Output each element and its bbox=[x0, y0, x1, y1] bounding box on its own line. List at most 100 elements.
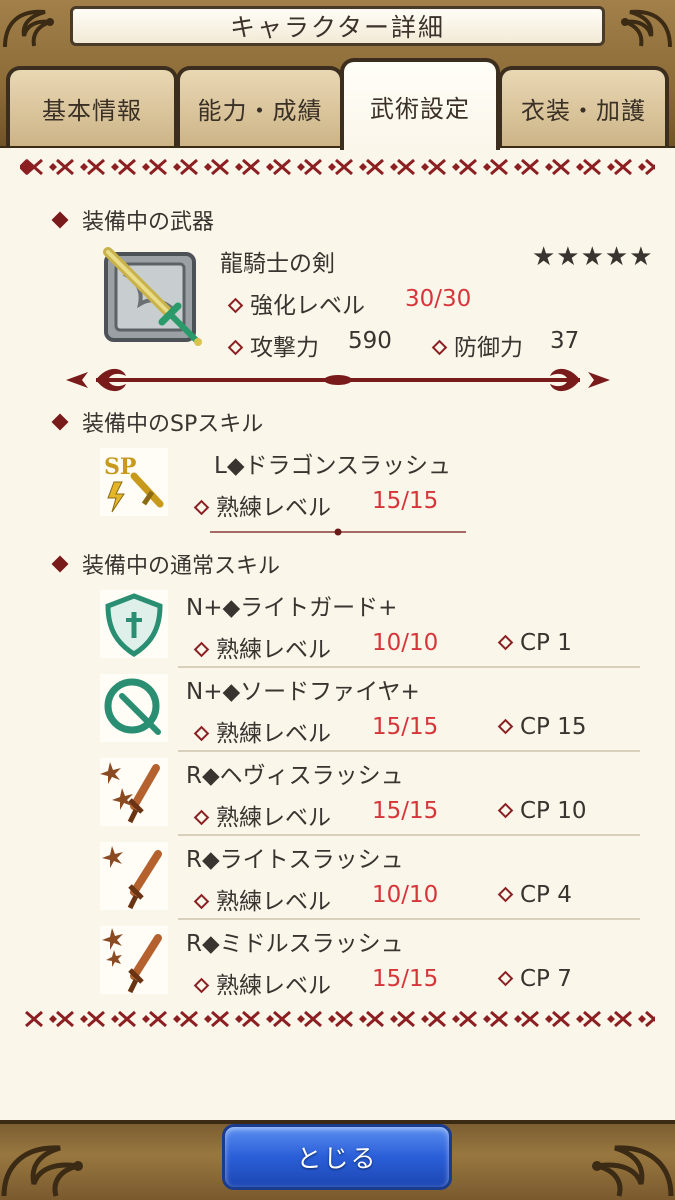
cp-value: CP 4 bbox=[520, 882, 572, 908]
sp-skill-icon[interactable]: SP bbox=[100, 448, 168, 516]
skill-proficiency-row: 熟練レベル bbox=[193, 714, 331, 748]
row-separator bbox=[178, 918, 640, 920]
tab-label: 能力・成績 bbox=[197, 96, 323, 125]
cp-value: CP 7 bbox=[520, 966, 572, 992]
decorative-border-top bbox=[20, 158, 655, 176]
cp-value: CP 1 bbox=[520, 630, 572, 656]
ornamental-divider bbox=[66, 368, 610, 392]
attack-value: 590 bbox=[348, 328, 392, 354]
skill-proficiency-value: 15/15 bbox=[372, 966, 439, 992]
outline-diamond-icon bbox=[497, 970, 514, 987]
outline-diamond-icon bbox=[193, 977, 210, 994]
defense-row: 防御力 bbox=[431, 328, 523, 362]
attack-row: 攻撃力 bbox=[227, 328, 319, 362]
outline-diamond-icon bbox=[227, 297, 244, 314]
outline-diamond-icon bbox=[227, 339, 244, 356]
outline-diamond-icon bbox=[193, 641, 210, 658]
proficiency-label: 熟練レベル bbox=[216, 973, 331, 999]
tab-martial-settings[interactable]: 武術設定 bbox=[340, 58, 500, 150]
outline-diamond-icon bbox=[497, 802, 514, 819]
skill-cp-row: CP 7 bbox=[497, 966, 572, 992]
skill-name: R◆ライトスラッシュ bbox=[186, 847, 404, 873]
header-frame: キャラクター詳細 基本情報 能力・成績 武術設定 衣装・加護 bbox=[0, 0, 675, 150]
attack-label: 攻撃力 bbox=[250, 335, 319, 361]
defense-value: 37 bbox=[550, 328, 580, 354]
weapon-level-value: 30/30 bbox=[405, 286, 472, 312]
section-heading: 装備中のSPスキル bbox=[82, 412, 264, 437]
corner-ornament-left bbox=[3, 9, 54, 48]
proficiency-label: 熟練レベル bbox=[216, 889, 331, 915]
weapon-name: 龍騎士の剣 bbox=[220, 251, 335, 277]
section-sp-skill: 装備中のSPスキル bbox=[51, 406, 264, 438]
skill-proficiency-value: 15/15 bbox=[372, 798, 439, 824]
tab-label: 武術設定 bbox=[370, 94, 470, 123]
corner-ornament-right bbox=[621, 9, 672, 48]
close-button-label: とじる bbox=[296, 1144, 378, 1173]
skill-cp-row: CP 1 bbox=[497, 630, 572, 656]
close-button[interactable]: とじる bbox=[222, 1124, 452, 1190]
proficiency-label: 熟練レベル bbox=[216, 805, 331, 831]
cp-value: CP 10 bbox=[520, 798, 587, 824]
footer-ornament-right bbox=[592, 1145, 674, 1197]
middle-slash-icon[interactable] bbox=[100, 926, 168, 994]
skill-name: R◆ミドルスラッシュ bbox=[186, 931, 404, 957]
tab-ability-record[interactable]: 能力・成績 bbox=[176, 66, 344, 146]
shield-icon[interactable] bbox=[100, 590, 168, 658]
level-label: 強化レベル bbox=[250, 293, 365, 319]
outline-diamond-icon bbox=[193, 725, 210, 742]
skill-proficiency-row: 熟練レベル bbox=[193, 798, 331, 832]
sword-ring-icon[interactable] bbox=[100, 674, 168, 742]
tab-basic-info[interactable]: 基本情報 bbox=[6, 66, 178, 146]
dragon-knight-sword-icon[interactable] bbox=[100, 244, 204, 348]
outline-diamond-icon bbox=[193, 499, 210, 516]
skill-name: N+◆ライトガード+ bbox=[186, 595, 398, 621]
sp-skill-name: L◆ドラゴンスラッシュ bbox=[214, 453, 452, 479]
skill-name: R◆ヘヴィスラッシュ bbox=[186, 763, 404, 789]
tab-bar: 基本情報 能力・成績 武術設定 衣装・加護 bbox=[0, 56, 675, 150]
row-separator bbox=[178, 666, 640, 668]
skill-cp-row: CP 4 bbox=[497, 882, 572, 908]
diamond-bullet-icon bbox=[51, 555, 69, 573]
weapon-level-row: 強化レベル bbox=[227, 286, 365, 320]
section-heading: 装備中の武器 bbox=[82, 210, 215, 235]
skill-proficiency-value: 10/10 bbox=[372, 882, 439, 908]
outline-diamond-icon bbox=[431, 339, 448, 356]
skill-name: N+◆ソードファイヤ+ bbox=[186, 679, 420, 705]
rarity-stars: ★★★★★ bbox=[532, 242, 654, 272]
proficiency-label: 熟練レベル bbox=[216, 721, 331, 747]
defense-label: 防御力 bbox=[454, 335, 523, 361]
skill-proficiency-row: 熟練レベル bbox=[193, 882, 331, 916]
tab-label: 衣装・加護 bbox=[521, 96, 646, 125]
small-divider bbox=[210, 528, 466, 536]
diamond-bullet-icon bbox=[51, 211, 69, 229]
sp-proficiency-value: 15/15 bbox=[372, 488, 439, 514]
row-separator bbox=[178, 834, 640, 836]
footer-ornament-left bbox=[1, 1145, 83, 1197]
section-heading: 装備中の通常スキル bbox=[82, 554, 281, 579]
light-slash-icon[interactable] bbox=[100, 842, 168, 910]
section-normal-skills: 装備中の通常スキル bbox=[51, 548, 281, 580]
content-panel: 装備中の武器 龍騎士の剣 ★★★★★ 強化レベル 30/30 攻撃力 590 防… bbox=[0, 148, 675, 1120]
cp-value: CP 15 bbox=[520, 714, 587, 740]
heavy-slash-icon[interactable] bbox=[100, 758, 168, 826]
page-title: キャラクター詳細 bbox=[70, 6, 605, 46]
skill-proficiency-value: 10/10 bbox=[372, 630, 439, 656]
outline-diamond-icon bbox=[497, 634, 514, 651]
section-equipped-weapon: 装備中の武器 bbox=[51, 204, 215, 236]
decorative-border-bottom bbox=[25, 1010, 655, 1028]
outline-diamond-icon bbox=[497, 718, 514, 735]
tab-label: 基本情報 bbox=[42, 96, 142, 125]
outline-diamond-icon bbox=[497, 886, 514, 903]
outline-diamond-icon bbox=[193, 893, 210, 910]
skill-cp-row: CP 15 bbox=[497, 714, 587, 740]
sp-proficiency-row: 熟練レベル bbox=[193, 488, 331, 522]
skill-proficiency-row: 熟練レベル bbox=[193, 966, 331, 1000]
proficiency-label: 熟練レベル bbox=[216, 637, 331, 663]
skill-cp-row: CP 10 bbox=[497, 798, 587, 824]
diamond-bullet-icon bbox=[51, 413, 69, 431]
row-separator bbox=[178, 750, 640, 752]
proficiency-label: 熟練レベル bbox=[216, 495, 331, 521]
outline-diamond-icon bbox=[193, 809, 210, 826]
skill-proficiency-value: 15/15 bbox=[372, 714, 439, 740]
tab-costume-blessing[interactable]: 衣装・加護 bbox=[498, 66, 669, 146]
